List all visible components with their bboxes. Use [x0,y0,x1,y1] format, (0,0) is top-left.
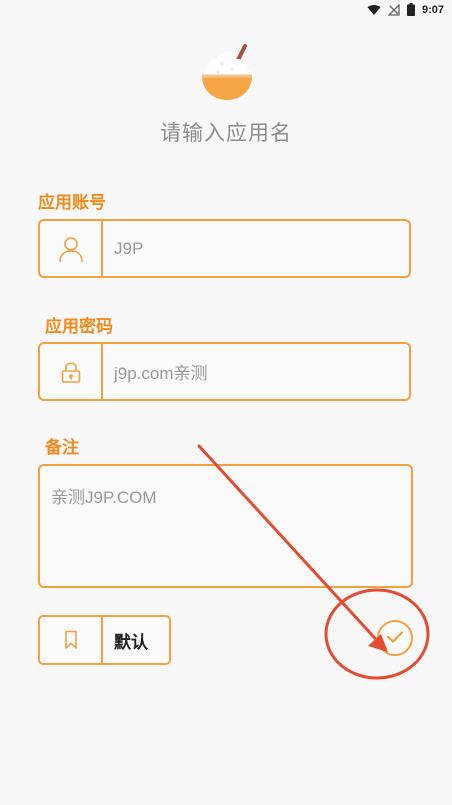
default-button[interactable]: 默认 [38,615,171,665]
password-field[interactable]: j9p.com亲测 [38,342,411,401]
user-icon [40,221,103,276]
account-label: 应用账号 [38,193,106,213]
check-icon [386,629,404,648]
page-title: 请输入应用名 [160,121,292,145]
battery-icon [406,3,415,16]
note-field[interactable]: 亲测J9P.COM [38,464,413,588]
password-value: j9p.com亲测 [114,364,208,383]
bookmark-icon [40,617,103,663]
clock: 9:07 [421,3,444,16]
rice-bowl-icon [196,42,258,104]
status-bar: 9:07 [0,0,452,22]
note-value: 亲测J9P.COM [51,488,157,507]
no-signal-icon [387,3,400,16]
note-label: 备注 [45,438,79,458]
default-button-label: 默认 [114,632,148,653]
wifi-icon [367,4,381,16]
password-label: 应用密码 [45,317,113,337]
confirm-button[interactable] [377,620,413,656]
account-value: J9P [114,238,144,258]
lock-icon [40,344,103,399]
account-field[interactable]: J9P [38,219,411,278]
